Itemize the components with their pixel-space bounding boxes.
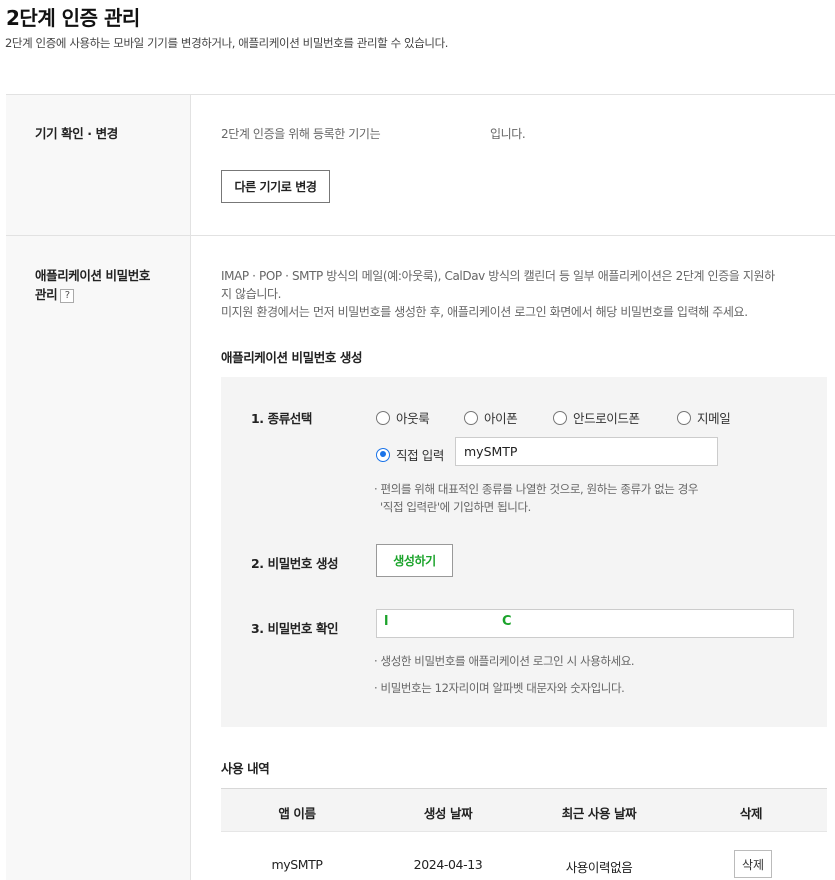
- step3-note1: · 생성한 비밀번호를 애플리케이션 로그인 시 사용하세요.: [374, 654, 635, 668]
- radio-iphone[interactable]: 아이폰: [464, 408, 518, 427]
- table-cell-last-used: 사용이력없음: [565, 860, 633, 875]
- generate-title: 애플리케이션 비밀번호 생성: [221, 350, 363, 365]
- radio-gmail[interactable]: 지메일: [677, 408, 731, 427]
- generated-password-field[interactable]: [376, 609, 794, 638]
- radio-outlook[interactable]: 아웃룩: [376, 408, 430, 427]
- device-section-label: 기기 확인 · 변경: [35, 126, 118, 141]
- step1-label: 1. 종류선택: [251, 411, 312, 426]
- radio-circle-icon: [677, 410, 691, 425]
- change-device-button[interactable]: 다른 기기로 변경: [221, 170, 330, 203]
- app-password-desc-line3: 미지원 환경에서는 먼저 비밀번호를 생성한 후, 애플리케이션 로그인 화면에…: [221, 305, 748, 319]
- radio-custom[interactable]: 직접 입력: [376, 445, 444, 464]
- delete-button[interactable]: 삭제: [734, 850, 772, 878]
- step1-note-line2: '직접 입력란'에 기입하면 됩니다.: [380, 500, 531, 514]
- generate-panel: [221, 377, 827, 727]
- radio-label: 지메일: [697, 411, 731, 426]
- step2-label: 2. 비밀번호 생성: [251, 556, 339, 571]
- app-password-section-label: 애플리케이션 비밀번호 관리?: [35, 266, 150, 304]
- column-divider: [190, 94, 191, 880]
- radio-android[interactable]: 안드로이드폰: [553, 408, 640, 427]
- radio-circle-icon: [376, 410, 390, 425]
- password-char: C: [502, 614, 512, 629]
- device-status-suffix: 입니다.: [490, 127, 526, 141]
- app-password-desc-line1: IMAP · POP · SMTP 방식의 메일(예:아웃룩), CalDav …: [221, 269, 775, 283]
- generate-button[interactable]: 생성하기: [376, 544, 453, 577]
- password-char: l: [384, 614, 389, 629]
- divider: [6, 94, 835, 95]
- radio-label: 직접 입력: [396, 448, 444, 463]
- step3-label: 3. 비밀번호 확인: [251, 621, 339, 636]
- radio-circle-icon: [464, 410, 478, 425]
- radio-circle-icon: [376, 447, 390, 462]
- custom-type-input[interactable]: mySMTP: [455, 437, 718, 466]
- device-status-prefix: 2단계 인증을 위해 등록한 기기는: [221, 127, 381, 141]
- left-column: [6, 95, 190, 880]
- column-header-delete: 삭제: [739, 806, 763, 821]
- column-header-created: 생성 날짜: [423, 806, 473, 821]
- step3-note2: · 비밀번호는 12자리이며 알파벳 대문자와 숫자입니다.: [374, 681, 625, 695]
- table-cell-app: mySMTP: [271, 857, 323, 872]
- radio-circle-icon: [553, 410, 567, 425]
- radio-label: 아이폰: [484, 411, 518, 426]
- column-header-app: 앱 이름: [278, 806, 316, 821]
- radio-label: 아웃룩: [396, 411, 430, 426]
- app-password-label-line2: 관리: [35, 287, 58, 302]
- history-title: 사용 내역: [221, 761, 270, 776]
- radio-label: 안드로이드폰: [573, 411, 640, 426]
- page-description: 2단계 인증에 사용하는 모바일 기기를 변경하거나, 애플리케이션 비밀번호를…: [5, 36, 448, 50]
- app-password-desc-line2: 지 않습니다.: [221, 287, 282, 301]
- app-password-label-line1: 애플리케이션 비밀번호: [35, 268, 150, 283]
- page-title: 2단계 인증 관리: [6, 6, 140, 30]
- column-header-last-used: 최근 사용 날짜: [561, 806, 637, 821]
- step1-note-line1: · 편의를 위해 대표적인 종류를 나열한 것으로, 원하는 종류가 없는 경우: [374, 482, 699, 496]
- table-cell-created: 2024-04-13: [413, 857, 483, 872]
- divider: [6, 235, 835, 236]
- help-icon[interactable]: ?: [60, 288, 75, 303]
